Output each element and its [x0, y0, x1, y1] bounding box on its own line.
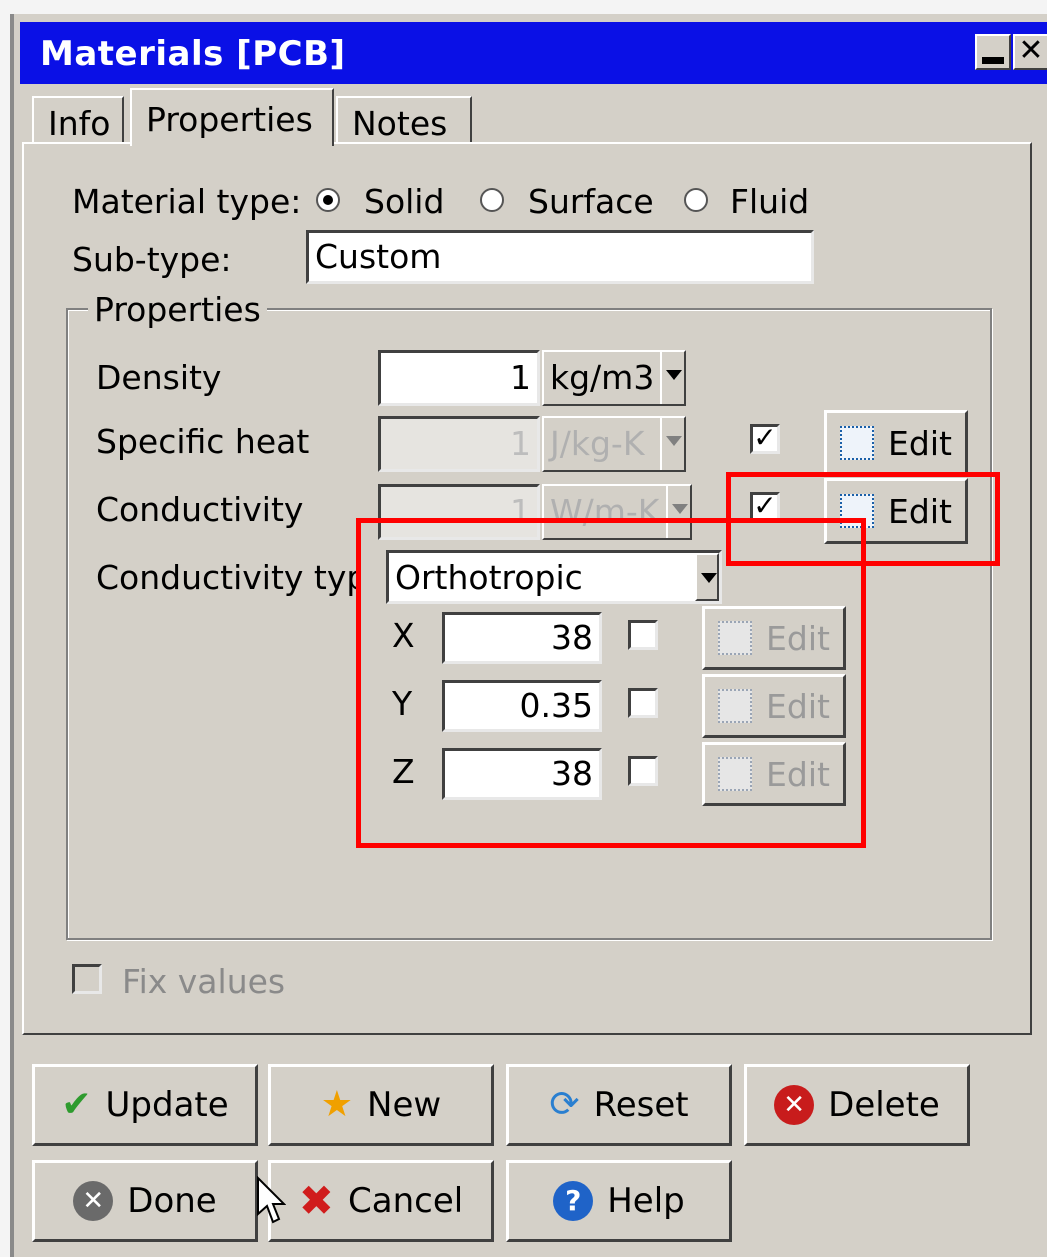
- fix-values-label: Fix values: [122, 962, 286, 1001]
- edit-icon: [840, 494, 875, 528]
- conductivity-checkbox[interactable]: ✓: [750, 492, 780, 522]
- axis-x-checkbox[interactable]: [628, 620, 658, 650]
- star-icon: ★: [320, 1084, 354, 1125]
- update-label: Update: [105, 1085, 229, 1125]
- done-label: Done: [127, 1181, 217, 1221]
- cancel-x-icon: ✖: [298, 1176, 334, 1225]
- delete-button[interactable]: ✕ Delete: [744, 1064, 970, 1146]
- conductivity-edit-button[interactable]: Edit: [824, 478, 968, 544]
- close-button[interactable]: ✕: [1013, 34, 1047, 70]
- edit-icon: [718, 621, 753, 655]
- cancel-label: Cancel: [348, 1181, 464, 1221]
- radio-surface-label[interactable]: Surface: [528, 182, 654, 221]
- edit-icon: [718, 689, 753, 723]
- help-label: Help: [607, 1181, 685, 1221]
- axis-z-label: Z: [392, 752, 415, 791]
- chevron-down-icon: [666, 486, 690, 538]
- edit-label: Edit: [888, 491, 952, 531]
- specific-heat-edit-button[interactable]: Edit: [824, 410, 968, 476]
- tab-info[interactable]: Info: [32, 96, 124, 146]
- edit-label: Edit: [888, 423, 952, 463]
- refresh-icon: ⟳: [549, 1084, 580, 1125]
- axis-y-input[interactable]: 0.35: [442, 680, 602, 732]
- mouse-cursor-icon: [257, 1176, 286, 1224]
- conductivity-label: Conductivity: [96, 490, 304, 529]
- axis-z-input[interactable]: 38: [442, 748, 602, 800]
- new-label: New: [367, 1085, 442, 1125]
- specific-heat-checkbox[interactable]: ✓: [750, 424, 780, 454]
- conductivity-type-label: Conductivity type: [96, 558, 358, 597]
- conductivity-unit-select: W/m-K: [542, 484, 692, 540]
- axis-y-checkbox[interactable]: [628, 688, 658, 718]
- specific-heat-unit-value: J/kg-K: [550, 424, 645, 463]
- conductivity-input: 1: [378, 484, 540, 540]
- delete-icon: ✕: [774, 1085, 815, 1125]
- density-input[interactable]: 1: [378, 350, 540, 406]
- edit-label: Edit: [766, 618, 830, 658]
- chevron-down-icon: [660, 352, 684, 404]
- radio-surface[interactable]: [480, 188, 504, 212]
- radio-fluid-label[interactable]: Fluid: [730, 182, 809, 221]
- axis-z-checkbox[interactable]: [628, 756, 658, 786]
- help-button[interactable]: ? Help: [506, 1160, 732, 1242]
- subtype-field[interactable]: Custom: [306, 230, 814, 284]
- title-bar[interactable]: Materials [PCB] ✕: [20, 22, 1047, 84]
- density-unit-select[interactable]: kg/m3: [542, 350, 686, 406]
- done-icon: ✕: [73, 1181, 114, 1221]
- edit-icon: [840, 426, 875, 460]
- checkmark-icon: ✔: [61, 1084, 92, 1125]
- subtype-label: Sub-type:: [72, 240, 232, 279]
- conductivity-unit-value: W/m-K: [550, 492, 660, 531]
- tab-notes[interactable]: Notes: [336, 96, 472, 146]
- chevron-down-icon: [660, 418, 684, 470]
- density-label: Density: [96, 358, 222, 397]
- axis-z-edit-button[interactable]: Edit: [702, 742, 846, 806]
- axis-x-edit-button[interactable]: Edit: [702, 606, 846, 670]
- window-title: Materials [PCB]: [40, 34, 346, 74]
- chevron-down-icon: [695, 553, 719, 601]
- done-button[interactable]: ✕ Done: [32, 1160, 258, 1242]
- edit-label: Edit: [766, 686, 830, 726]
- cancel-button[interactable]: ✖ Cancel: [268, 1160, 494, 1242]
- radio-solid-label[interactable]: Solid: [364, 182, 444, 221]
- density-unit-value: kg/m3: [550, 358, 655, 397]
- reset-button[interactable]: ⟳ Reset: [506, 1064, 732, 1146]
- specific-heat-label: Specific heat: [96, 422, 310, 461]
- axis-y-label: Y: [392, 684, 413, 723]
- edit-label: Edit: [766, 754, 830, 794]
- conductivity-type-select[interactable]: Orthotropic: [386, 550, 722, 604]
- reset-label: Reset: [593, 1085, 689, 1125]
- specific-heat-unit-select: J/kg-K: [542, 416, 686, 472]
- axis-x-label: X: [392, 616, 415, 655]
- material-type-label: Material type:: [72, 182, 302, 221]
- properties-group-title: Properties: [88, 290, 267, 329]
- new-button[interactable]: ★ New: [268, 1064, 494, 1146]
- minimize-button[interactable]: [975, 34, 1011, 70]
- conductivity-type-value: Orthotropic: [395, 558, 583, 597]
- tab-properties[interactable]: Properties: [130, 88, 334, 146]
- axis-y-edit-button[interactable]: Edit: [702, 674, 846, 738]
- update-button[interactable]: ✔ Update: [32, 1064, 258, 1146]
- fix-values-checkbox[interactable]: [72, 964, 102, 994]
- axis-x-input[interactable]: 38: [442, 612, 602, 664]
- delete-label: Delete: [828, 1085, 940, 1125]
- radio-solid[interactable]: [316, 188, 340, 212]
- help-icon: ?: [553, 1181, 594, 1221]
- edit-icon: [718, 757, 753, 791]
- specific-heat-input: 1: [378, 416, 540, 472]
- radio-fluid[interactable]: [684, 188, 708, 212]
